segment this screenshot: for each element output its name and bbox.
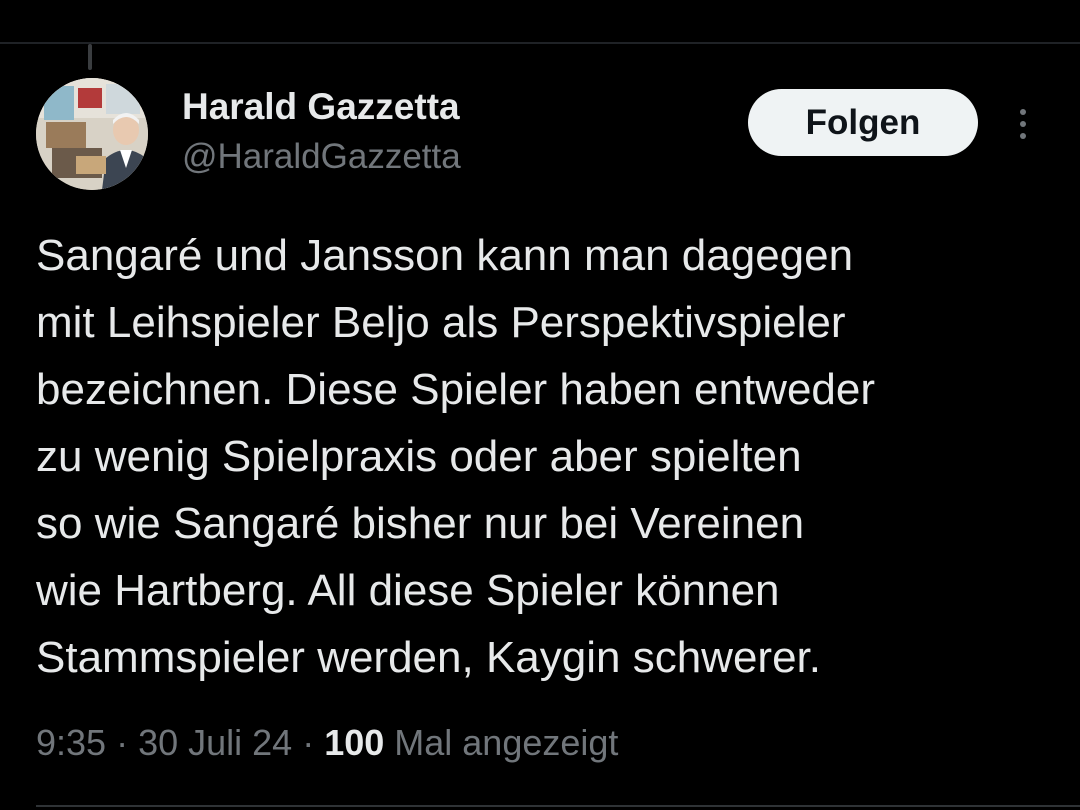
follow-button[interactable]: Folgen [748, 89, 978, 156]
meta-separator: · [106, 722, 139, 763]
tweet-text-line: mit Leihspieler Beljo als Perspektivspie… [36, 298, 846, 347]
tweet-text-line: zu wenig Spielpraxis oder aber spielten [36, 432, 802, 481]
more-vertical-icon [1020, 133, 1026, 139]
author-display-name[interactable]: Harald Gazzetta [182, 86, 460, 128]
tweet-date[interactable]: 30 Juli 24 [138, 722, 292, 763]
avatar[interactable] [36, 78, 148, 190]
meta-separator: · [292, 722, 325, 763]
views-count[interactable]: 100 [324, 722, 384, 763]
thread-connector-line [88, 44, 92, 70]
tweet-text-line: Sangaré und Jansson kann man dagegen [36, 231, 854, 280]
author-handle[interactable]: @HaraldGazzetta [182, 137, 461, 177]
more-vertical-icon [1020, 109, 1026, 115]
tweet-time[interactable]: 9:35 [36, 722, 106, 763]
tweet-text: Sangaré und Jansson kann man dagegen mit… [36, 222, 1056, 691]
tweet-text-line: wie Hartberg. All diese Spieler können [36, 566, 780, 615]
tweet-text-line: Stammspieler werden, Kaygin schwerer. [36, 633, 821, 682]
tweet-text-line: so wie Sangaré bisher nur bei Vereinen [36, 499, 805, 548]
avatar-photo [36, 78, 148, 190]
views-label: Mal angezeigt [384, 722, 619, 763]
tweet-text-line: bezeichnen. Diese Spieler haben entweder [36, 365, 876, 414]
top-divider [0, 42, 1080, 44]
bottom-divider [36, 805, 1080, 807]
more-options-button[interactable] [1008, 100, 1038, 148]
tweet-metadata: 9:35 · 30 Juli 24 · 100 Mal angezeigt [36, 722, 618, 764]
more-vertical-icon [1020, 121, 1026, 127]
